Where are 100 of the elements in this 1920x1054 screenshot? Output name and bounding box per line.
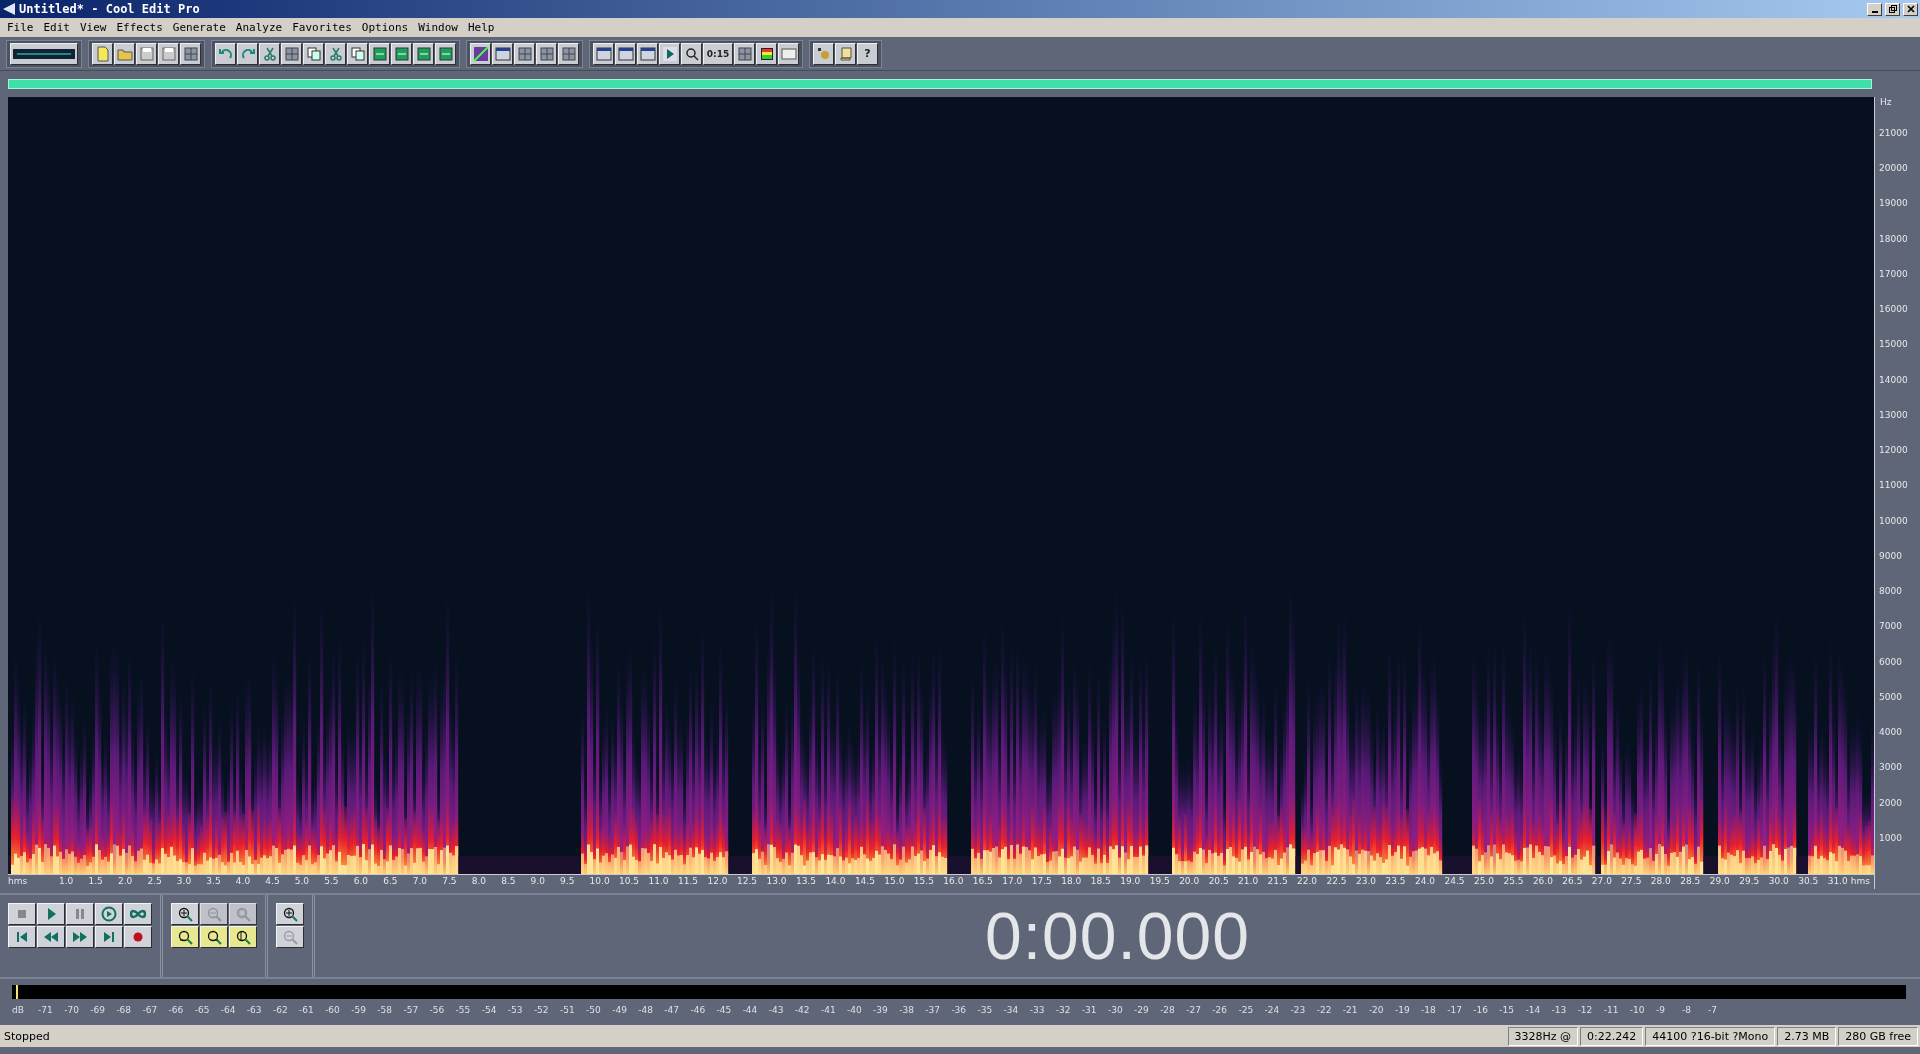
menu-item[interactable]: Analyze	[230, 21, 288, 34]
menu-item[interactable]: View	[75, 21, 112, 34]
toolbar-button[interactable]	[369, 42, 390, 65]
new-button[interactable]	[92, 42, 113, 65]
axis-label: 10000	[1879, 515, 1908, 526]
toolbar-button[interactable]	[536, 42, 557, 65]
grid-icon	[516, 45, 533, 62]
menu-item[interactable]: Help	[462, 21, 500, 34]
vertical-zoom-in-button[interactable]	[276, 903, 304, 925]
menu-item[interactable]: Window	[413, 21, 463, 34]
open-button[interactable]	[114, 42, 135, 65]
zoom-button[interactable]	[681, 42, 702, 65]
toolbar-button[interactable]	[778, 42, 799, 65]
axis-label: -22	[1316, 1005, 1333, 1015]
zoom-right-button[interactable]	[200, 926, 228, 948]
toolbar-button[interactable]	[637, 42, 658, 65]
axis-label: -24	[1264, 1005, 1281, 1015]
menu-item[interactable]: Favorites	[287, 21, 357, 34]
axis-label: 7.5	[442, 876, 457, 886]
axis-label: 13.0	[766, 876, 787, 886]
axis-label: 21.5	[1267, 876, 1288, 886]
toolbar-button[interactable]	[435, 42, 456, 65]
toolbar-button[interactable]	[734, 42, 755, 65]
toolbar-button[interactable]	[558, 42, 579, 65]
toolbar-button[interactable]	[391, 42, 412, 65]
axis-label: 8.5	[501, 876, 516, 886]
menu-item[interactable]: Edit	[38, 21, 75, 34]
axis-label: 15.0	[884, 876, 905, 886]
copy-button[interactable]	[347, 42, 368, 65]
save-button[interactable]	[136, 42, 157, 65]
grid-icon	[560, 45, 577, 62]
settings-button[interactable]	[813, 42, 834, 65]
meters-button[interactable]	[756, 42, 777, 65]
axis-label: 29.0	[1709, 876, 1730, 886]
axis-unit: dB	[12, 1005, 25, 1015]
menu-item[interactable]: File	[2, 21, 39, 34]
axis-label: 6000	[1879, 656, 1902, 667]
zoom-in-button[interactable]	[171, 903, 199, 925]
toolbar-button[interactable]	[281, 42, 302, 65]
axis-label: 30.5	[1798, 876, 1819, 886]
rewind-button[interactable]	[37, 926, 65, 948]
minimize-button[interactable]	[1867, 2, 1882, 16]
toolbar-button[interactable]	[514, 42, 535, 65]
restore-button[interactable]	[1885, 2, 1900, 16]
loop-button[interactable]	[124, 903, 152, 925]
go-to-end-button[interactable]	[95, 926, 123, 948]
axis-label: -36	[951, 1005, 968, 1015]
zoom-selection-button[interactable]	[229, 926, 257, 948]
axis-label: -9	[1655, 1005, 1666, 1015]
window-title: Untitled* - Cool Edit Pro	[19, 2, 201, 16]
close-button[interactable]	[1903, 2, 1918, 16]
play-to-end-button[interactable]	[95, 903, 123, 925]
toolbar-button[interactable]	[615, 42, 636, 65]
toolbar-button[interactable]	[470, 42, 491, 65]
play-button[interactable]	[659, 42, 680, 65]
axis-label: -61	[299, 1005, 315, 1015]
time-format-button[interactable]: 0:15	[703, 42, 733, 65]
toolbar-button[interactable]	[593, 42, 614, 65]
menu-item[interactable]: Generate	[167, 21, 231, 34]
axis-label: 16.5	[972, 876, 993, 886]
zoom-out-icon	[282, 929, 298, 945]
axis-label: -56	[429, 1005, 446, 1015]
axis-label: -49	[612, 1005, 628, 1015]
cut-button[interactable]	[259, 42, 280, 65]
scripts-button[interactable]	[835, 42, 856, 65]
fast-forward-button[interactable]	[66, 926, 94, 948]
undo-button[interactable]	[215, 42, 236, 65]
axis-label: -59	[351, 1005, 367, 1015]
axis-label: -47	[664, 1005, 681, 1015]
pause-button[interactable]	[66, 903, 94, 925]
menu-item[interactable]: Effects	[111, 21, 168, 34]
grid-icon	[182, 45, 199, 62]
copy-button[interactable]	[303, 42, 324, 65]
redo-button[interactable]	[237, 42, 258, 65]
record-button[interactable]	[124, 926, 152, 948]
go-to-start-button[interactable]	[8, 926, 36, 948]
play-button[interactable]	[37, 903, 65, 925]
axis-label: -7	[1708, 1005, 1719, 1015]
save-button[interactable]	[158, 42, 179, 65]
menu-item[interactable]: Options	[356, 21, 414, 34]
zoom-left-button[interactable]	[171, 926, 199, 948]
cut-button[interactable]	[325, 42, 346, 65]
axis-label: -53	[507, 1005, 524, 1015]
toolbar-button[interactable]	[180, 42, 201, 65]
stop-button[interactable]	[8, 903, 36, 925]
meter-icon	[758, 45, 775, 62]
toolbar-button[interactable]	[492, 42, 513, 65]
toolbar-button[interactable]	[413, 42, 434, 65]
axis-label: 17000	[1879, 268, 1908, 279]
axis-label: -34	[1003, 1005, 1020, 1015]
axis-label: 22.0	[1297, 876, 1318, 886]
axis-label: -12	[1577, 1005, 1594, 1015]
skip-forward-icon	[101, 929, 117, 945]
axis-label: 14.5	[854, 876, 875, 886]
axis-label: 2000	[1879, 797, 1902, 808]
axis-label: 11.0	[648, 876, 669, 886]
axis-label: -45	[716, 1005, 733, 1015]
status-cell: 0:22.242	[1580, 1026, 1644, 1046]
help-button[interactable]: ?	[857, 42, 878, 65]
status-cell: 2.73 MB	[1777, 1026, 1837, 1046]
